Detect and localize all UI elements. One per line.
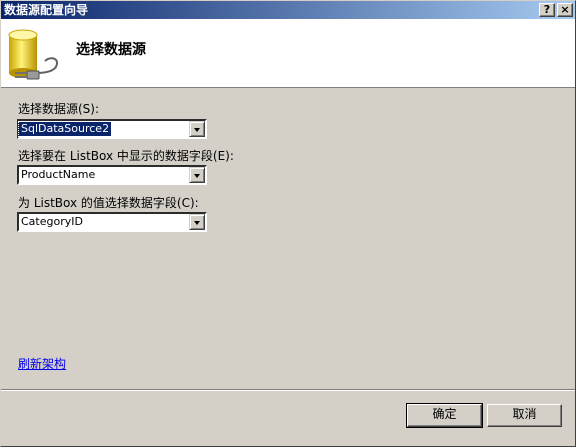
chevron-down-icon[interactable] xyxy=(189,214,205,230)
title-bar[interactable]: 数据源配置向导 ? × xyxy=(1,1,575,19)
page-title: 选择数据源 xyxy=(76,42,146,58)
help-button[interactable]: ? xyxy=(539,3,555,17)
chevron-down-icon[interactable] xyxy=(189,121,205,137)
chevron-down-icon[interactable] xyxy=(189,167,205,183)
wizard-dialog: 数据源配置向导 ? × 选择数据源 选择数据源(S): SqlDataSourc… xyxy=(0,0,576,447)
display-field-select-value: ProductName xyxy=(21,168,96,181)
cancel-button[interactable]: 取消 xyxy=(487,404,562,427)
value-field-label: 为 ListBox 的值选择数据字段(C): xyxy=(18,196,199,210)
wizard-header: 选择数据源 xyxy=(1,19,575,88)
database-plug-icon xyxy=(8,29,59,80)
ok-button[interactable]: 确定 xyxy=(406,403,483,428)
divider xyxy=(1,389,575,391)
value-field-select[interactable]: CategoryID xyxy=(17,212,207,232)
window-title: 数据源配置向导 xyxy=(4,3,89,17)
datasource-select-value: SqlDataSource2 xyxy=(17,121,113,137)
value-field-select-value: CategoryID xyxy=(21,215,83,228)
display-field-label: 选择要在 ListBox 中显示的数据字段(E): xyxy=(18,149,234,163)
datasource-select[interactable]: SqlDataSource2 xyxy=(17,119,207,139)
close-button[interactable]: × xyxy=(557,3,573,17)
display-field-select[interactable]: ProductName xyxy=(17,165,207,185)
refresh-schema-link[interactable]: 刷新架构 xyxy=(18,355,66,372)
datasource-label: 选择数据源(S): xyxy=(18,102,100,116)
